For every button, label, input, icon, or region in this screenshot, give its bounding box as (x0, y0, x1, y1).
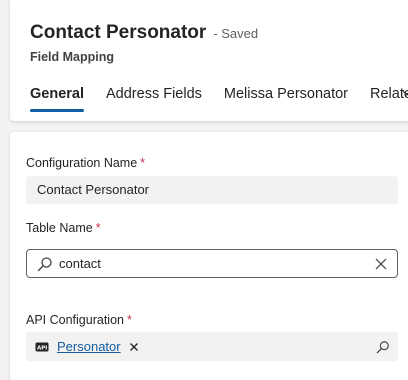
title-row: Contact Personator - Saved (30, 22, 258, 44)
required-marker: * (140, 156, 146, 170)
configuration-name-label: Configuration Name * (26, 156, 146, 170)
required-marker: * (126, 313, 132, 327)
chevron-down-icon[interactable] (402, 88, 408, 98)
remove-icon[interactable] (129, 342, 139, 352)
search-icon (37, 256, 52, 271)
table-name-label: Table Name * (26, 221, 101, 235)
api-entity-icon: API (35, 342, 49, 351)
table-name-input[interactable]: contact (26, 249, 398, 278)
clear-icon[interactable] (374, 257, 388, 271)
svg-text:API: API (37, 345, 47, 351)
page-title: Contact Personator (30, 22, 207, 43)
save-status: - Saved (213, 26, 259, 41)
form-subtitle: Field Mapping (30, 50, 115, 64)
table-name-value[interactable]: contact (59, 256, 374, 271)
tab-list: General Address Fields Melissa Personato… (30, 86, 408, 112)
api-configuration-label: API Configuration * (26, 313, 132, 327)
configuration-name-field[interactable]: Contact Personator (26, 176, 398, 204)
tab-address-fields[interactable]: Address Fields (106, 86, 202, 112)
tab-general[interactable]: General (30, 86, 84, 112)
general-section: Configuration Name * Contact Personator T… (10, 132, 408, 380)
form-header: Contact Personator - Saved Field Mapping… (10, 0, 408, 121)
api-configuration-link[interactable]: Personator (57, 339, 121, 354)
required-marker: * (95, 221, 101, 235)
api-configuration-lookup[interactable]: API Personator (26, 332, 398, 361)
search-icon[interactable] (376, 340, 390, 354)
tab-melissa-personator[interactable]: Melissa Personator (224, 86, 348, 112)
